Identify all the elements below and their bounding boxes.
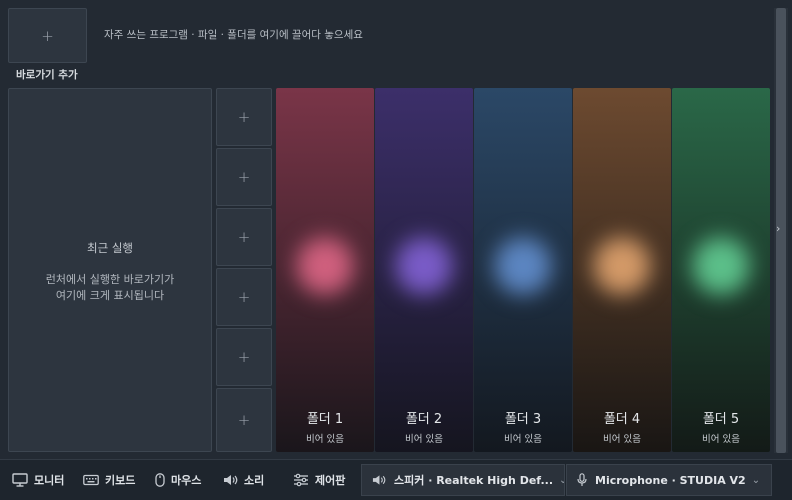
control-panel-button[interactable]: 제어판 [293, 460, 345, 500]
shortcut-slot[interactable]: + [216, 388, 272, 452]
shortcut-slot[interactable]: + [216, 208, 272, 266]
microphone-icon [577, 473, 587, 486]
plus-icon: + [41, 26, 54, 45]
recent-description: 런처에서 실행한 바로가기가 여기에 크게 표시됩니다 [9, 272, 211, 304]
sound-label: 소리 [244, 474, 265, 487]
add-shortcut-label: 바로가기 추가 [16, 69, 78, 81]
folder-tile-3[interactable]: 폴더 3 비어 있음 [474, 88, 572, 452]
bottom-toolbar: 모니터 키보드 마우스 소리 제어판 스피커 · Realtek High De… [0, 459, 792, 500]
mouse-label: 마우스 [171, 474, 202, 487]
folder-tile-1[interactable]: 폴더 1 비어 있음 [276, 88, 374, 452]
microphone-device-label: Microphone · STUDIA V2 [595, 473, 746, 487]
folder-glow [288, 229, 362, 303]
chevron-down-icon: ⌄ [559, 475, 564, 486]
microphone-select[interactable]: Microphone · STUDIA V2 ⌄ [566, 464, 772, 496]
plus-icon: + [237, 108, 251, 126]
speaker-icon [372, 475, 386, 485]
monitor-label: 모니터 [34, 474, 65, 487]
plus-icon: + [237, 411, 251, 429]
mouse-icon [155, 473, 165, 487]
recent-panel: 최근 실행 런처에서 실행한 바로가기가 여기에 크게 표시됩니다 [8, 88, 212, 452]
shortcut-slot[interactable]: + [216, 88, 272, 146]
recent-desc-line1: 런처에서 실행한 바로가기가 [45, 273, 175, 286]
folder-status: 비어 있음 [504, 434, 542, 445]
keyboard-icon [83, 474, 99, 486]
monitor-icon [12, 473, 28, 487]
plus-icon: + [237, 168, 251, 186]
speaker-device-label: 스피커 · Realtek High Def... [394, 474, 554, 487]
sound-button[interactable]: 소리 [223, 460, 264, 500]
folder-tile-2[interactable]: 폴더 2 비어 있음 [375, 88, 473, 452]
folder-status: 비어 있음 [603, 434, 641, 445]
speaker-icon [224, 475, 238, 485]
shortcut-slot[interactable]: + [216, 268, 272, 326]
shortcut-slot[interactable]: + [216, 148, 272, 206]
folder-status: 비어 있음 [405, 434, 443, 445]
folder-glow [387, 229, 461, 303]
chevron-down-icon: ⌄ [751, 474, 761, 486]
folder-tile-5[interactable]: 폴더 5 비어 있음 [672, 88, 770, 452]
plus-icon: + [237, 228, 251, 246]
plus-icon: + [237, 348, 251, 366]
folder-glow [486, 229, 560, 303]
keyboard-button[interactable]: 키보드 [83, 460, 135, 500]
drop-hint: 자주 쓰는 프로그램 · 파일 · 폴더를 여기에 끌어다 놓으세요 [104, 29, 363, 41]
folder-glow [684, 229, 758, 303]
folder-name: 폴더 2 [405, 412, 443, 427]
folder-name: 폴더 1 [306, 412, 344, 427]
speaker-select[interactable]: 스피커 · Realtek High Def... ⌄ [361, 464, 565, 496]
folder-name: 폴더 4 [603, 412, 641, 427]
folder-status: 비어 있음 [702, 434, 740, 445]
sliders-icon [294, 473, 308, 487]
add-shortcut-tile[interactable]: + [8, 8, 87, 63]
control-panel-label: 제어판 [315, 474, 346, 487]
folder-tile-4[interactable]: 폴더 4 비어 있음 [573, 88, 671, 452]
recent-desc-line2: 여기에 크게 표시됩니다 [55, 289, 165, 302]
recent-title: 최근 실행 [87, 241, 133, 255]
shortcut-slot[interactable]: + [216, 328, 272, 386]
keyboard-label: 키보드 [105, 474, 136, 487]
folder-glow [585, 229, 659, 303]
folder-name: 폴더 3 [504, 412, 542, 427]
folder-status: 비어 있음 [306, 434, 344, 445]
chevron-right-icon[interactable]: › [776, 222, 780, 235]
monitor-button[interactable]: 모니터 [12, 460, 64, 500]
plus-icon: + [237, 288, 251, 306]
mouse-button[interactable]: 마우스 [155, 460, 201, 500]
folder-name: 폴더 5 [702, 412, 740, 427]
